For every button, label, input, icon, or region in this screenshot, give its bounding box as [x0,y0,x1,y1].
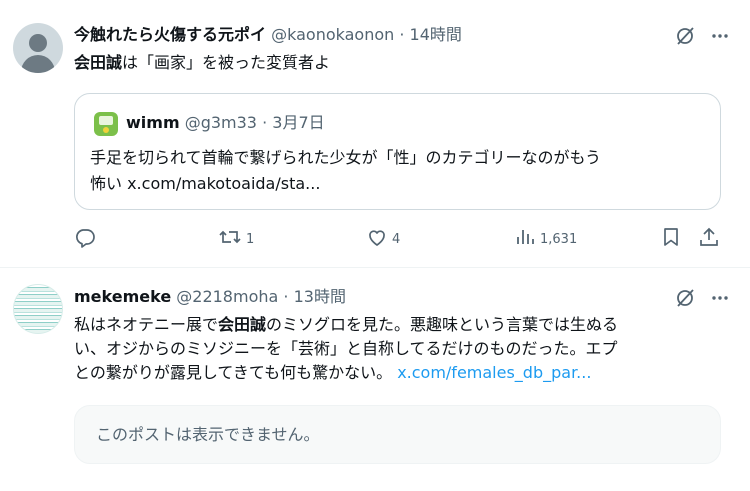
bookmark-icon [660,226,682,252]
handle[interactable]: @2218moha [176,287,278,306]
avatar[interactable] [13,23,63,73]
quote-date: 3月7日 [272,113,325,132]
action-bar: 1 4 1,631 [74,226,724,252]
quote-display-name: wimm [126,113,180,132]
quote-text: 手足を切られて首輪で繋げられた少女が「性」のカテゴリーなのがもう 怖い x.co… [90,145,710,197]
post-text-line3-text: との繋がりが露見してきても何も驚かない。 [74,363,393,382]
share-icon [698,226,720,252]
more-icon[interactable] [710,288,730,312]
like-count: 4 [392,231,401,247]
post-2[interactable]: mekemeke @2218moha · 13時間 私はネオテニー展で会田誠のミ… [0,268,750,491]
post-text-line1: 私はネオテニー展で会田誠のミソグロを見た。悪趣味という言葉では生ぬる [74,313,724,337]
quote-header: wimm @g3m33 · 3月7日 [126,112,325,134]
post-text-part1: 私はネオテニー展で [74,315,219,334]
post-text: 私はネオテニー展で会田誠のミソグロを見た。悪趣味という言葉では生ぬる い、オジか… [74,313,724,385]
quote-handle: @g3m33 [184,113,257,132]
display-name[interactable]: mekemeke [74,287,171,306]
views-count: 1,631 [540,231,578,247]
post-header: mekemeke @2218moha · 13時間 [74,286,346,308]
views-button[interactable]: 1,631 [514,226,577,252]
post-text-bold: 会田誠 [218,315,267,334]
views-icon [514,226,536,252]
post-1[interactable]: 今触れたら火傷する元ポイ @kaonokaonon · 14時間 会田誠は「画家… [0,0,750,268]
timestamp[interactable]: 13時間 [294,287,346,306]
post-text-line3: との繋がりが露見してきても何も驚かない。 x.com/females_db_pa… [74,361,724,385]
repost-count: 1 [246,231,255,247]
post-text: 会田誠は「画家」を被った変質者よ [74,51,330,75]
share-button[interactable] [698,226,720,252]
grok-icon[interactable] [674,287,696,313]
grok-icon[interactable] [674,25,696,51]
avatar[interactable] [13,284,63,334]
repost-button[interactable]: 1 [218,226,254,252]
handle[interactable]: @kaonokaonon [271,25,394,44]
post-header: 今触れたら火傷する元ポイ @kaonokaonon · 14時間 [74,24,462,46]
quote-separator: · [262,113,268,132]
more-icon[interactable] [710,26,730,50]
reply-button[interactable] [74,226,100,252]
post-text-part2: のミソグロを見た。悪趣味という言葉では生ぬる [266,315,619,334]
reply-icon [74,226,96,252]
post-link[interactable]: x.com/females_db_par... [397,363,591,382]
post-text-bold: 会田誠 [74,53,123,72]
unavailable-text: このポストは表示できません。 [96,425,320,444]
post-top-actions [674,25,730,51]
quote-text-line1: 手足を切られて首輪で繋げられた少女が「性」のカテゴリーなのがもう [90,148,602,167]
repost-icon [218,226,242,252]
separator: · [283,287,289,306]
unavailable-post-card: このポストは表示できません。 [74,405,721,464]
separator: · [399,25,405,44]
post-text-line2: い、オジからのミソジニーを「芸術」と自称してるだけのものだった。エプ [74,339,618,358]
quote-post[interactable]: wimm @g3m33 · 3月7日 手足を切られて首輪で繋げられた少女が「性」… [74,93,721,210]
post-top-actions [674,287,730,313]
timestamp[interactable]: 14時間 [410,25,462,44]
quote-text-line2: 怖い x.com/makotoaida/sta... [90,174,321,193]
post-text-rest: は「画家」を被った変質者よ [122,53,331,72]
like-icon [366,226,388,252]
like-button[interactable]: 4 [366,226,400,252]
display-name[interactable]: 今触れたら火傷する元ポイ [74,25,266,44]
quote-avatar[interactable] [94,112,118,136]
bookmark-button[interactable] [660,226,682,252]
